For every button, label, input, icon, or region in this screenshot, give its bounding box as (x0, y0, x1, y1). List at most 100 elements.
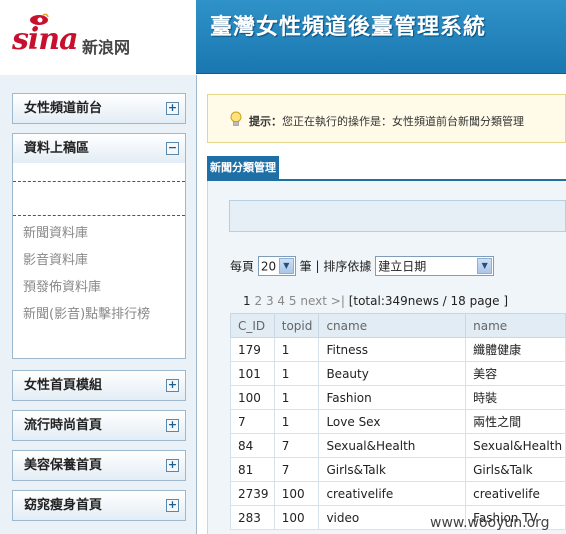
column-header-name[interactable]: name (465, 313, 566, 338)
expand-icon[interactable]: + (166, 459, 179, 472)
table-cell: creativelife (318, 481, 467, 506)
expand-icon[interactable]: + (166, 379, 179, 392)
sidebar-section-label: 窈窕瘦身首頁 (24, 498, 103, 513)
table-cell: Sexual&Health (318, 433, 467, 458)
sort-label: 排序依據 (323, 259, 372, 274)
page-link[interactable]: 2 (254, 294, 262, 308)
column-header-cname[interactable]: cname (318, 313, 467, 338)
table-cell: 1 (273, 409, 320, 434)
table-cell: 84 (230, 433, 275, 458)
table-cell: Fitness (318, 337, 467, 362)
table-row[interactable]: 84 7 Sexual&Health Sexual&Health (230, 433, 566, 458)
sidebar-section-label: 美容保養首頁 (24, 458, 103, 473)
table-cell: 179 (230, 337, 275, 362)
sidebar: 女性頻道前台 + 資料上稿區 − 新聞資料庫 影音資料庫 預發佈資料庫 新聞(影… (0, 75, 197, 534)
header-bar: sina 新浪网 臺灣女性頻道後臺管理系統 (0, 0, 566, 74)
page-current: 1 (243, 294, 251, 308)
notice-label: 提示： (249, 115, 282, 128)
table-cell: 1 (273, 337, 320, 362)
table-cell: 101 (230, 361, 275, 386)
sidebar-link-news-db[interactable]: 新聞資料庫 (23, 222, 88, 241)
page-link[interactable]: 4 (277, 294, 285, 308)
separator: | (315, 259, 320, 273)
table-row[interactable]: 2739 100 creativelife creativelife (230, 481, 566, 506)
sidebar-link-click-ranking[interactable]: 新聞(影音)點擊排行榜 (23, 303, 150, 322)
chevron-down-icon[interactable]: ▼ (278, 258, 294, 274)
sina-logo[interactable]: sina 新浪网 (0, 0, 196, 74)
table-cell: 283 (230, 505, 275, 530)
page-link[interactable]: 3 (266, 294, 274, 308)
sidebar-section-label: 女性首頁模組 (24, 378, 103, 393)
table-cell: Sexual&Health (465, 433, 566, 458)
sidebar-section-label: 流行時尚首頁 (24, 418, 103, 433)
sidebar-section-beauty-home[interactable]: 美容保養首頁 + (12, 450, 186, 481)
table-row[interactable]: 7 1 Love Sex 兩性之間 (230, 409, 566, 434)
per-page-select[interactable]: 20 ▼ (257, 256, 296, 276)
last-page-link[interactable]: >| (331, 294, 345, 308)
sidebar-section-fashion-home[interactable]: 流行時尚首頁 + (12, 410, 186, 441)
table-cell: 100 (273, 505, 320, 530)
expand-icon[interactable]: + (166, 102, 179, 115)
table-cell: 1 (273, 385, 320, 410)
column-header-cid[interactable]: C_ID (230, 313, 275, 338)
table-row[interactable]: 100 1 Fashion 時裝 (230, 385, 566, 410)
table-cell: 7 (273, 433, 320, 458)
expand-icon[interactable]: + (166, 419, 179, 432)
per-page-label: 每頁 (230, 259, 255, 274)
pagination: 1 2 3 4 5 next >| [total:349news / 18 pa… (243, 294, 508, 308)
sidebar-section-label: 資料上稿區 (24, 141, 90, 156)
chevron-down-icon[interactable]: ▼ (477, 258, 493, 274)
notice-box: 提示：您正在執行的操作是：女性頻道前台新聞分類管理 (207, 94, 566, 143)
table-cell: creativelife (465, 481, 566, 506)
per-page-value: 20 (260, 259, 277, 274)
table-row[interactable]: 81 7 Girls&Talk Girls&Talk (230, 457, 566, 482)
divider (13, 215, 185, 216)
table-cell: 100 (230, 385, 275, 410)
next-page-link[interactable]: next (300, 294, 327, 308)
category-table: C_ID topid cname name 179 1 Fitness 纖體健康 101… (230, 313, 566, 530)
system-title: 臺灣女性頻道後臺管理系統 (210, 15, 487, 40)
tab-underline (207, 179, 566, 181)
table-cell: 100 (273, 481, 320, 506)
table-cell: 美容 (465, 361, 566, 386)
logo-text: sina (12, 22, 79, 57)
sidebar-section-women-home[interactable]: 女性首頁模組 + (12, 370, 186, 401)
page-link[interactable]: 5 (289, 294, 297, 308)
table-cell: 7 (230, 409, 275, 434)
table-header-row: C_ID topid cname name (230, 313, 566, 338)
per-page-unit: 筆 (299, 259, 312, 274)
table-cell: 7 (273, 457, 320, 482)
sort-value: 建立日期 (378, 259, 427, 274)
table-cell: Girls&Talk (318, 457, 467, 482)
table-cell: Girls&Talk (465, 457, 566, 482)
lightbulb-icon (230, 111, 242, 126)
table-row[interactable]: 179 1 Fitness 纖體健康 (230, 337, 566, 362)
table-cell: Love Sex (318, 409, 467, 434)
table-cell: 81 (230, 457, 275, 482)
sidebar-section-label: 女性頻道前台 (24, 101, 103, 116)
logo-cn-text: 新浪网 (82, 38, 131, 57)
table-row[interactable]: 101 1 Beauty 美容 (230, 361, 566, 386)
watermark: www.wooyun.org (430, 515, 550, 531)
table-cell: 1 (273, 361, 320, 386)
table-cell: 2739 (230, 481, 275, 506)
table-cell: 纖體健康 (465, 337, 566, 362)
total-count: [total:349news / 18 page ] (348, 294, 509, 308)
list-controls: 每頁 20 ▼ 筆 | 排序依據 建立日期 ▼ (230, 256, 495, 278)
sort-select[interactable]: 建立日期 ▼ (375, 256, 495, 276)
sidebar-section-upload: 資料上稿區 − 新聞資料庫 影音資料庫 預發佈資料庫 新聞(影音)點擊排行榜 (12, 133, 186, 359)
table-cell: 兩性之間 (465, 409, 566, 434)
sidebar-link-prepublish-db[interactable]: 預發佈資料庫 (23, 276, 101, 295)
table-cell: Fashion (318, 385, 467, 410)
expand-icon[interactable]: + (166, 499, 179, 512)
collapse-icon[interactable]: − (166, 142, 179, 155)
filter-bar (229, 200, 566, 232)
column-header-topid[interactable]: topid (273, 313, 320, 338)
tab-news-category[interactable]: 新聞分類管理 (207, 156, 279, 180)
notice-text: 提示：您正在執行的操作是：女性頻道前台新聞分類管理 (249, 113, 524, 129)
notice-message: 您正在執行的操作是：女性頻道前台新聞分類管理 (282, 115, 524, 128)
sidebar-link-video-db[interactable]: 影音資料庫 (23, 249, 88, 268)
sidebar-section-channel-front[interactable]: 女性頻道前台 + (12, 93, 186, 124)
table-cell: Beauty (318, 361, 467, 386)
sidebar-section-slim-home[interactable]: 窈窕瘦身首頁 + (12, 490, 186, 521)
